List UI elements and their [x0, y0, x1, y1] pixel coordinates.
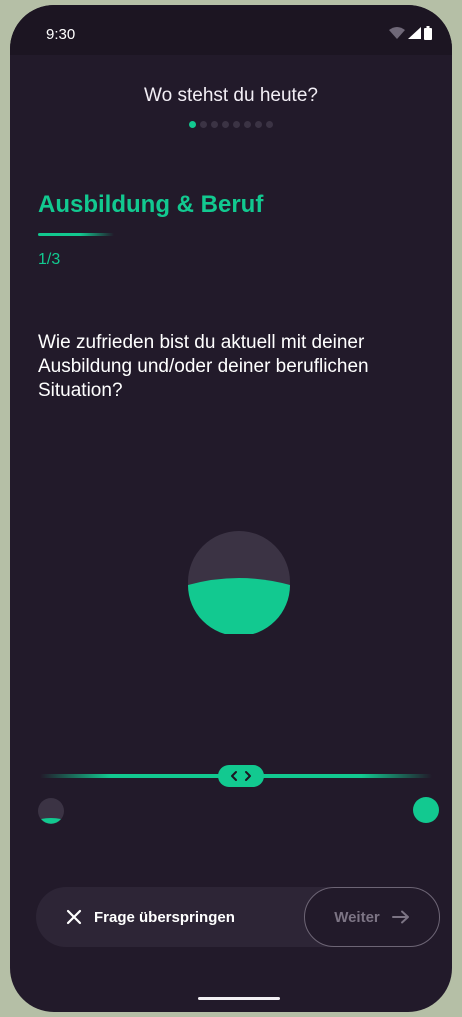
- section-progress: 1/3: [38, 251, 61, 268]
- chevron-left-right-icon: [231, 771, 251, 781]
- section-underline: [38, 233, 114, 236]
- low-satisfaction-icon: [38, 798, 64, 824]
- arrow-right-icon: [391, 910, 409, 924]
- step-dot: [244, 121, 251, 128]
- next-button-label: Weiter: [334, 908, 380, 926]
- home-indicator[interactable]: [198, 997, 280, 1000]
- step-dot: [266, 121, 273, 128]
- status-icons: [389, 26, 432, 40]
- status-time: 9:30: [46, 26, 76, 43]
- step-dot-active: [189, 121, 196, 128]
- satisfaction-level-graphic: [188, 531, 290, 634]
- step-dot: [211, 121, 218, 128]
- step-dot: [255, 121, 262, 128]
- section-title: Ausbildung & Beruf: [38, 191, 264, 218]
- phone-screen: 9:30 Wo stehst du heute? Ausbildung & Be…: [10, 5, 452, 1012]
- page-title: Wo stehst du heute?: [144, 85, 318, 106]
- battery-icon: [424, 26, 432, 40]
- step-dot: [233, 121, 240, 128]
- step-dot: [222, 121, 229, 128]
- bottom-action-bar: Frage überspringen Weiter: [36, 887, 440, 947]
- close-icon: [66, 909, 82, 925]
- wifi-icon: [389, 27, 405, 39]
- skip-question-button[interactable]: Frage überspringen: [66, 887, 235, 947]
- step-indicator: [10, 121, 452, 128]
- full-satisfaction-icon: [413, 797, 439, 823]
- question-text: Wie zufrieden bist du aktuell mit deiner…: [38, 332, 369, 401]
- status-bar: 9:30: [10, 5, 452, 55]
- skip-question-label: Frage überspringen: [94, 908, 235, 926]
- signal-icon: [408, 27, 421, 39]
- step-dot: [200, 121, 207, 128]
- next-button[interactable]: Weiter: [304, 887, 440, 947]
- satisfaction-slider-handle[interactable]: [218, 765, 264, 787]
